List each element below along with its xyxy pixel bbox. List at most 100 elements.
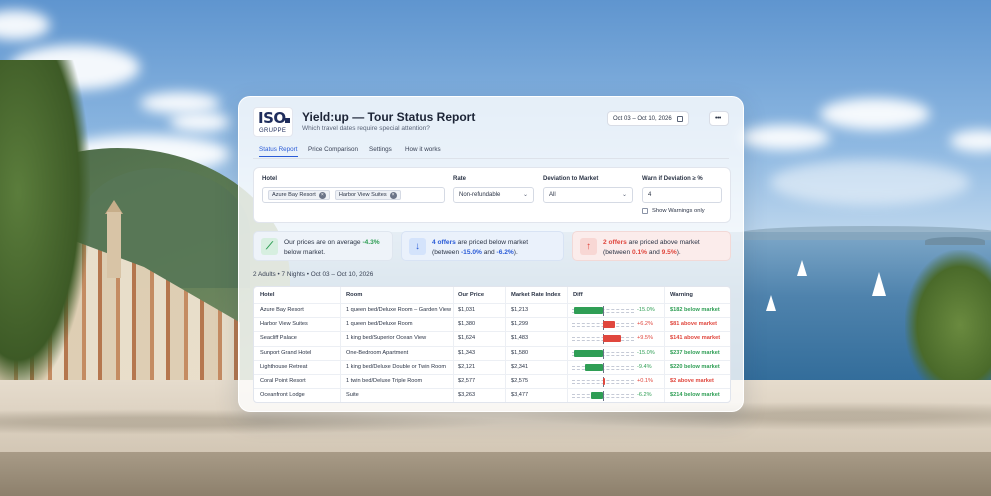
cloud <box>740 125 830 150</box>
tab-how-it-works[interactable]: How it works <box>405 146 441 156</box>
show-warnings-checkbox[interactable] <box>642 208 648 214</box>
warning-cell: $81 above market <box>670 321 717 328</box>
show-warnings-label: Show Warnings only <box>652 208 705 214</box>
diff-bar <box>603 321 615 329</box>
tab-settings[interactable]: Settings <box>369 146 392 156</box>
table-row[interactable]: Sunport Grand Hotel One-Bedroom Apartment… <box>254 345 730 360</box>
summary-text: are priced above market <box>626 239 700 246</box>
olive-tree <box>905 250 991 400</box>
summary-text: ). <box>676 248 681 256</box>
logo-text: ISO <box>258 109 286 127</box>
our-price-cell: $1,031 <box>458 307 476 313</box>
summary-text: Our prices are on average <box>284 239 363 246</box>
column-header-our-price[interactable]: Our Price <box>458 292 484 298</box>
table-row[interactable]: Oceanfront Lodge Suite $3,263 $3,477 -6.2% $2… <box>254 388 730 402</box>
tab-price-comparison[interactable]: Price Comparison <box>308 146 358 156</box>
market-rate-cell: $2,341 <box>511 363 529 370</box>
market-rate-cell: $1,580 <box>511 349 529 356</box>
room-cell: One-Bedroom Apartment <box>346 349 409 356</box>
summary-text: ). <box>513 248 518 256</box>
hotel-cell: Oceanfront Lodge <box>260 392 305 399</box>
above-offers-count: 2 offers <box>603 239 627 246</box>
filter-card: Hotel Azure Bay Resort × Harbor View Suit… <box>253 167 731 223</box>
hotel-multiselect[interactable]: Azure Bay Resort × Harbor View Suites × <box>262 187 445 203</box>
sailboat <box>797 260 807 276</box>
column-header-market-rate-index[interactable]: Market Rate Index <box>511 292 561 298</box>
diff-cell: -9.4% <box>637 363 652 370</box>
hotel-cell: Harbor View Suites <box>260 321 308 328</box>
rate-select[interactable]: Non-refundable ⌄ <box>453 187 534 203</box>
room-cell: Suite <box>346 392 359 399</box>
rate-select-value: Non-refundable <box>459 192 501 198</box>
hotel-cell: Lighthouse Retreat <box>260 363 308 370</box>
warning-cell: $2 above market <box>670 378 714 384</box>
arrow-down-icon: ↓ <box>409 238 426 255</box>
column-header-warning[interactable]: Warning <box>670 292 693 298</box>
bell-tower <box>107 212 121 278</box>
market-rate-cell: $2,575 <box>511 378 529 384</box>
table-row[interactable]: Azure Bay Resort 1 queen bed/Deluxe Room … <box>254 303 730 317</box>
hotel-chip[interactable]: Azure Bay Resort × <box>268 190 330 200</box>
hotel-filter-label: Hotel <box>262 176 277 182</box>
logo-square <box>285 118 290 123</box>
warn-threshold-input[interactable]: 4 <box>642 187 722 203</box>
column-header-diff[interactable]: Diff <box>573 292 583 298</box>
below-market-card: ↓ 4 offers are priced below market (betw… <box>401 231 564 261</box>
our-price-cell: $1,343 <box>458 349 476 356</box>
hotel-chip-label: Harbor View Suites <box>338 192 387 198</box>
diff-bar-baseline <box>603 348 604 359</box>
column-header-room[interactable]: Room <box>346 292 362 298</box>
summary-text: are priced below market <box>455 239 529 246</box>
more-horizontal-icon: ••• <box>715 115 721 122</box>
above-market-text: 2 offers are priced above market (betwee… <box>603 238 700 257</box>
table-row[interactable]: Coral Point Resort 1 twin bed/Deluxe Trip… <box>254 374 730 388</box>
diff-bar-baseline <box>603 306 604 316</box>
tab-status-report[interactable]: Status Report <box>259 146 298 157</box>
diff-bar-baseline <box>603 391 604 402</box>
deviation-select-value: All <box>549 192 556 198</box>
column-header-hotel[interactable]: Hotel <box>260 292 275 298</box>
diff-bar <box>603 335 622 343</box>
pine-tree <box>0 60 90 390</box>
diff-bar-baseline <box>603 362 604 373</box>
summary-text: (between <box>432 248 461 256</box>
date-range-picker[interactable]: Oct 03 – Oct 10, 2026 <box>607 111 689 126</box>
cloud <box>770 160 970 205</box>
room-cell: 1 twin bed/Deluxe Triple Room <box>346 378 423 384</box>
our-price-cell: $1,380 <box>458 321 476 328</box>
tab-bar: Status Report Price Comparison Settings … <box>253 145 729 159</box>
room-cell: 1 king bed/Superior Ocean View <box>346 335 427 342</box>
stay-summary: 2 Adults • 7 Nights • Oct 03 – Oct 10, 2… <box>253 271 374 278</box>
average-summary-text: Our prices are on average -4.3% below ma… <box>284 238 380 257</box>
below-range-min: -15.0% <box>460 248 482 256</box>
deviation-select[interactable]: All ⌄ <box>543 187 633 203</box>
remove-chip-icon[interactable]: × <box>389 191 397 199</box>
hotel-chip[interactable]: Harbor View Suites × <box>334 190 401 200</box>
hotel-cell: Azure Bay Resort <box>260 307 304 313</box>
stone-ledge-front <box>0 452 991 496</box>
above-range-min: 0.1% <box>631 248 647 256</box>
warn-threshold-value: 4 <box>648 192 652 198</box>
table-row[interactable]: Seacliff Palace 1 king bed/Superior Ocean… <box>254 331 730 345</box>
diff-cell: -15.0% <box>637 307 655 313</box>
sailboat <box>766 295 776 311</box>
date-range-label: Oct 03 – Oct 10, 2026 <box>613 115 672 122</box>
chevron-down-icon: ⌄ <box>522 192 528 198</box>
warning-cell: $220 below market <box>670 363 720 370</box>
cloud <box>820 98 930 130</box>
summary-text: and <box>481 248 497 256</box>
table-row[interactable]: Harbor View Suites 1 queen bed/Deluxe Roo… <box>254 317 730 331</box>
remove-chip-icon[interactable]: × <box>318 191 326 199</box>
diff-bar <box>573 349 603 357</box>
market-rate-cell: $1,299 <box>511 321 529 328</box>
our-price-cell: $2,121 <box>458 363 476 370</box>
table-row[interactable]: Lighthouse Retreat 1 king bed/Deluxe Doub… <box>254 359 730 374</box>
below-range-max: -6.2% <box>496 248 514 256</box>
above-market-card: ↑ 2 offers are priced above market (betw… <box>572 231 731 261</box>
cloud <box>140 92 220 114</box>
our-price-cell: $2,577 <box>458 378 476 384</box>
diff-cell: -15.0% <box>637 349 655 356</box>
page-subtitle: Which travel dates require special atten… <box>302 125 430 132</box>
diff-cell: +9.5% <box>637 335 654 342</box>
more-options-button[interactable]: ••• <box>709 111 729 126</box>
